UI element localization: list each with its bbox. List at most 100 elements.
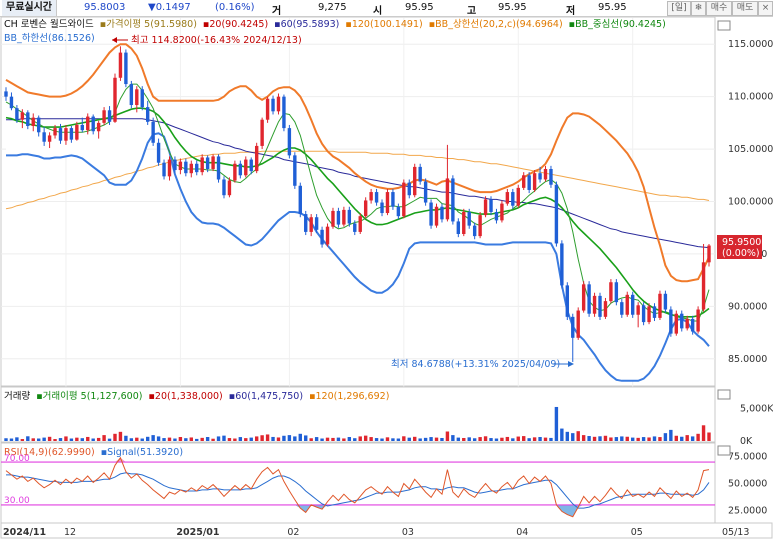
volume-bar	[451, 435, 455, 441]
volume-bar	[434, 437, 439, 441]
candle-body	[701, 262, 706, 310]
candle-body	[478, 215, 482, 237]
candle-body	[511, 192, 515, 206]
candle-body	[200, 157, 204, 173]
candle-body	[173, 159, 177, 171]
volume-bar	[353, 438, 357, 441]
x-tick-label: 05/13	[722, 527, 749, 538]
legend-item: ▪60(1,475,750)	[229, 391, 303, 402]
candle-body	[603, 301, 608, 317]
candle-body	[581, 284, 586, 311]
candle-body	[652, 306, 657, 318]
x-tick-label: 03	[402, 527, 414, 538]
volume-bar	[178, 437, 183, 441]
candle-body	[271, 98, 275, 112]
candle-body	[641, 305, 646, 323]
volume-bar	[641, 437, 646, 441]
candle-body	[287, 128, 292, 156]
candle-body	[423, 181, 428, 203]
candle-body	[205, 157, 210, 169]
candle-body	[636, 305, 640, 315]
volume-bar	[58, 438, 63, 441]
volume-bar	[211, 438, 215, 441]
volume-bar	[9, 438, 14, 441]
candle-body	[631, 294, 635, 315]
candle-body	[211, 156, 215, 169]
candle-body	[15, 108, 19, 120]
volume-bar	[489, 438, 493, 441]
candle-body	[304, 214, 308, 232]
volume-bar	[554, 406, 559, 441]
volume-bar	[107, 438, 112, 441]
candle-body	[102, 110, 106, 123]
legend-item: ▪20(90.4245)	[203, 19, 268, 30]
candle-body	[47, 135, 52, 142]
volume-bar	[282, 435, 286, 441]
volume-bar	[396, 438, 401, 441]
current-price-tag-pct: (0.00%)	[722, 248, 760, 259]
legend-item: BB_하한선(86.1526)	[4, 32, 95, 44]
volume-tick-label: 0K	[740, 436, 753, 447]
candle-body	[445, 178, 450, 220]
candle-body	[587, 284, 591, 314]
volume-bar	[64, 436, 68, 441]
volume-bar	[118, 431, 123, 441]
volume-bar	[140, 438, 144, 441]
volume-bar	[527, 438, 531, 441]
volume-bar	[20, 439, 25, 441]
candle-body	[363, 200, 368, 217]
volume-bar	[500, 437, 504, 441]
legend-item: ▪20(1,338,000)	[148, 391, 222, 402]
price-tick-label: 110.0000	[728, 92, 773, 103]
rsi-axis: 75.0000 50.0000 25.0000	[728, 452, 767, 517]
volume-bar	[576, 431, 580, 441]
volume-bar	[124, 435, 128, 441]
candle-body	[696, 309, 700, 332]
volume-bar	[385, 437, 390, 441]
volume-bar	[287, 435, 292, 441]
volume-bar	[560, 428, 564, 441]
candle-body	[113, 77, 117, 122]
volume-bar	[598, 436, 602, 441]
volume-bar	[609, 437, 613, 441]
candle-body	[314, 217, 319, 230]
candle-body	[374, 192, 379, 203]
candle-body	[276, 96, 281, 112]
candle-body	[244, 159, 248, 176]
volume-bar	[36, 438, 41, 441]
x-tick-label: 02	[287, 527, 299, 538]
price-tick-label: 85.0000	[728, 354, 767, 365]
candle-body	[462, 211, 466, 235]
volume-bar	[162, 438, 166, 441]
volume-bar	[31, 438, 35, 441]
price-legend-lower: BB_하한선(86.1526)	[4, 32, 95, 44]
candle-body	[549, 168, 553, 185]
volume-bar	[96, 437, 101, 441]
volume-bar	[380, 438, 384, 441]
volume-bar	[674, 435, 679, 441]
volume-bar	[304, 435, 308, 441]
volume-bar	[478, 437, 482, 441]
volume-bar	[222, 435, 226, 441]
candle-body	[609, 282, 613, 302]
candle-body	[391, 192, 395, 207]
candle-body	[663, 293, 668, 310]
candle-body	[336, 210, 341, 225]
volume-bar	[249, 437, 253, 441]
x-tick-label: 2025/01	[176, 527, 219, 538]
volume-bar	[200, 437, 204, 441]
candle-body	[20, 112, 25, 120]
stock-chart[interactable]: 115.0000110.0000105.0000100.000095.00009…	[0, 0, 773, 539]
legend-item: ▪120(100.1491)	[345, 19, 422, 30]
candle-body	[91, 116, 95, 132]
candle-body	[107, 110, 112, 122]
candle-body	[358, 216, 362, 232]
legend-item: 거래량	[4, 390, 30, 402]
volume-bar	[244, 438, 248, 441]
candle-body	[505, 192, 510, 204]
candle-body	[86, 116, 90, 131]
volume-bar	[407, 437, 411, 441]
candle-body	[140, 89, 144, 108]
volume-bar	[4, 438, 8, 441]
volume-bar	[135, 437, 139, 441]
